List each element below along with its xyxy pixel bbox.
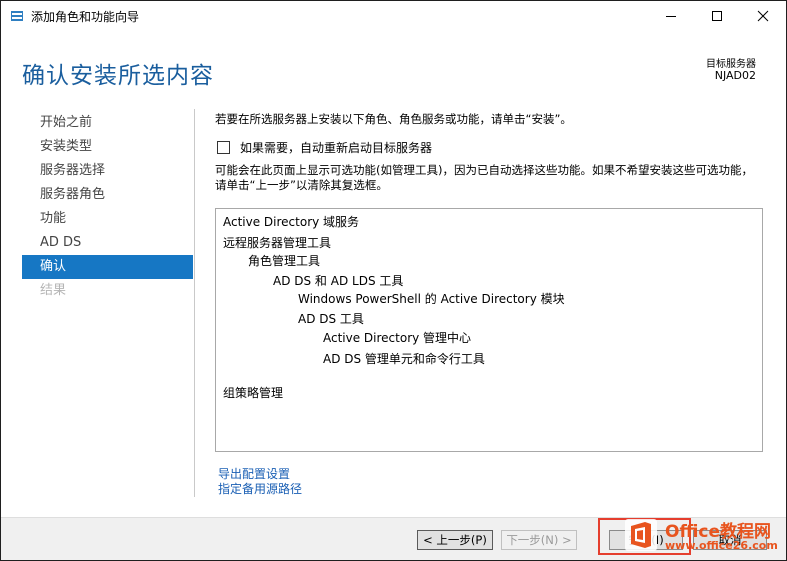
target-server-name: NJAD02	[714, 69, 756, 82]
list-item: AD DS 和 AD LDS 工具	[273, 274, 404, 288]
next-button: 下一步(N) >	[501, 530, 577, 550]
nav-item-ad-ds[interactable]: AD DS	[22, 231, 193, 255]
page-title: 确认安装所选内容	[22, 63, 214, 89]
list-item: Windows PowerShell 的 Active Directory 模块	[298, 292, 565, 306]
nav-item-features[interactable]: 功能	[22, 207, 193, 231]
minimize-button[interactable]	[648, 1, 694, 31]
close-button[interactable]	[740, 1, 786, 31]
config-links: 导出配置设置 指定备用源路径	[218, 467, 302, 497]
window-title: 添加角色和功能向导	[31, 10, 140, 24]
title-bar: 添加角色和功能向导	[1, 1, 786, 31]
nav-item-confirmation[interactable]: 确认	[22, 255, 193, 279]
nav-item-before-you-begin[interactable]: 开始之前	[22, 111, 193, 135]
watermark: Office教程网 www.office26.com	[605, 515, 785, 555]
nav-item-results: 结果	[40, 283, 67, 298]
wizard-window: 添加角色和功能向导 确认安装所选内容 目标服务器 NJAD02 开始之前 安装类…	[0, 0, 787, 561]
previous-button[interactable]: < 上一步(P)	[417, 530, 493, 550]
list-item: 远程服务器管理工具	[223, 236, 332, 250]
maximize-icon	[712, 11, 722, 21]
page-header: 确认安装所选内容 目标服务器 NJAD02	[1, 31, 786, 101]
alternate-source-link[interactable]: 指定备用源路径	[218, 482, 302, 497]
list-item: AD DS 工具	[298, 312, 364, 326]
intro-text: 若要在所选服务器上安装以下角色、角色服务或功能，请单击“安装”。	[215, 112, 572, 126]
nav-item-server-roles[interactable]: 服务器角色	[22, 183, 193, 207]
optional-features-note: 可能会在此页面上显示可选功能(如管理工具)，因为已自动选择这些功能。如果不希望安…	[215, 163, 753, 192]
nav-item-server-selection[interactable]: 服务器选择	[22, 159, 193, 183]
list-item: AD DS 管理单元和命令行工具	[323, 352, 485, 366]
nav-item-installation-type[interactable]: 安装类型	[22, 135, 193, 159]
server-manager-icon	[11, 11, 23, 21]
office-logo-icon	[625, 519, 657, 551]
restart-option[interactable]: 如果需要，自动重新启动目标服务器	[217, 139, 432, 156]
minimize-icon	[666, 16, 676, 17]
restart-checkbox[interactable]	[217, 141, 230, 154]
export-config-link[interactable]: 导出配置设置	[218, 467, 302, 482]
target-server-label: 目标服务器	[706, 59, 756, 70]
list-item: 组策略管理	[223, 386, 284, 400]
list-item: Active Directory 域服务	[223, 215, 360, 229]
list-item: Active Directory 管理中心	[323, 331, 472, 345]
nav-divider	[194, 109, 195, 497]
restart-checkbox-label[interactable]: 如果需要，自动重新启动目标服务器	[240, 139, 432, 156]
list-item: 角色管理工具	[248, 254, 321, 268]
close-icon	[757, 10, 769, 22]
selected-features-list[interactable]: Active Directory 域服务 远程服务器管理工具 角色管理工具 AD…	[215, 208, 763, 452]
watermark-url: www.office26.com	[665, 539, 778, 552]
wizard-nav: 开始之前 安装类型 服务器选择 服务器角色 功能 AD DS 确认 结果	[22, 111, 193, 303]
maximize-button[interactable]	[694, 1, 740, 31]
